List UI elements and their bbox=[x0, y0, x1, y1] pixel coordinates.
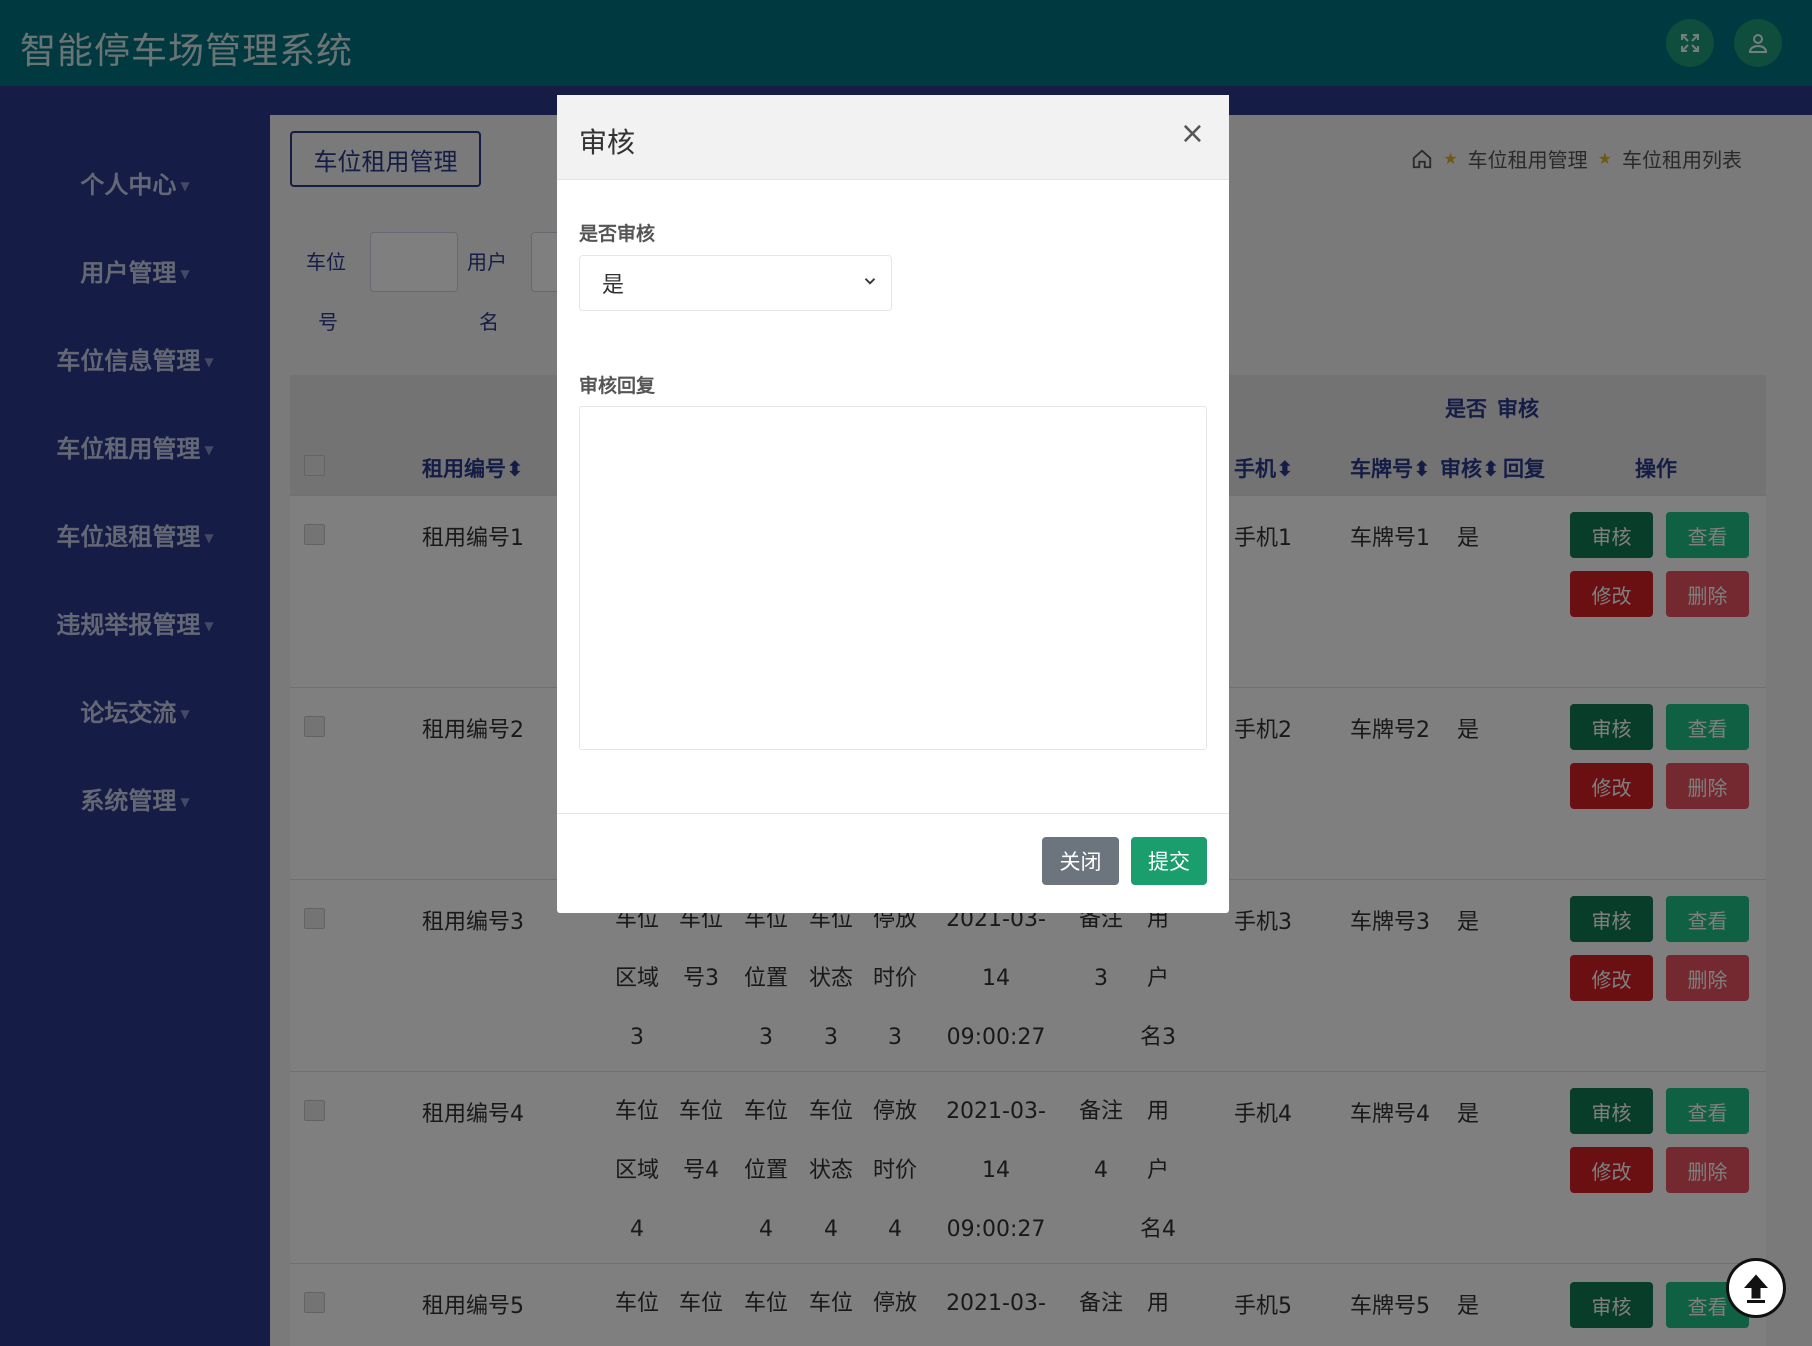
audit-status-label: 是否审核 bbox=[579, 223, 656, 245]
submit-button[interactable]: 提交 bbox=[1131, 837, 1207, 885]
close-icon[interactable]: × bbox=[1180, 119, 1205, 149]
modal-title: 审核 bbox=[579, 126, 636, 159]
audit-status-value: 是 bbox=[602, 273, 625, 298]
modal-footer bbox=[557, 813, 1229, 913]
modal-header: 审核 × bbox=[557, 95, 1229, 180]
back-to-top-button[interactable] bbox=[1726, 1258, 1786, 1318]
close-button[interactable]: 关闭 bbox=[1042, 837, 1119, 885]
audit-reply-label: 审核回复 bbox=[579, 375, 656, 397]
audit-modal: 审核 × 是否审核 是 审核回复 关闭 提交 bbox=[557, 95, 1229, 913]
chevron-down-icon bbox=[864, 278, 876, 285]
arrow-up-icon bbox=[1744, 1274, 1768, 1303]
audit-reply-textarea[interactable] bbox=[579, 406, 1207, 750]
audit-status-select[interactable]: 是 bbox=[579, 255, 892, 311]
